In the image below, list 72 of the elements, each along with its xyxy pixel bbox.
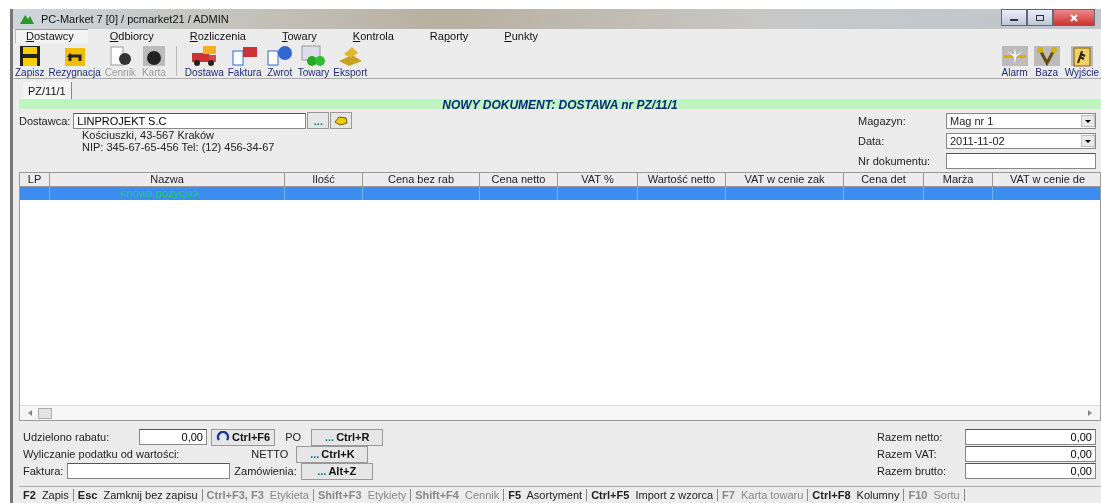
supplier-details: NIP: 345-67-65-456 Tel: (12) 456-34-67 [81, 141, 276, 153]
toolbar-button[interactable]: Dostawa [182, 45, 226, 79]
toolbar-button[interactable]: Wyjście [1062, 45, 1101, 79]
menu-tab[interactable]: Punkty [494, 28, 552, 43]
discount-mode-button[interactable]: ... Ctrl+R [311, 428, 384, 446]
scroll-right-icon [1086, 409, 1094, 417]
shortcut-hint[interactable]: Ctrl+F8 Kolumny [808, 489, 905, 501]
scroll-left-icon [26, 409, 34, 417]
toolbar-button[interactable]: Zwrot [263, 45, 296, 79]
lever-icon [1032, 45, 1061, 68]
menu-tab[interactable]: Rozliczenia [179, 28, 260, 43]
close-button[interactable] [1053, 9, 1095, 26]
total-field[interactable]: 0,00 [965, 463, 1096, 479]
dropdown-field[interactable]: Mag nr 1 [946, 113, 1096, 130]
alarm-icon [1000, 45, 1029, 68]
tax-label: Wyliczanie podatku od wartości: [23, 448, 180, 460]
refresh-icon [216, 431, 230, 443]
discount-label: Udzielono rabatu: [23, 431, 111, 443]
table-cell: <nowa pozycja> [50, 187, 285, 200]
discount-field[interactable]: 0,00 [139, 429, 207, 445]
horizontal-scrollbar[interactable] [20, 405, 1100, 420]
return-icon [265, 45, 294, 68]
total-field[interactable]: 0,00 [965, 429, 1096, 445]
toolbar-button[interactable]: Zapisz [13, 45, 47, 79]
field-label: Nr dokumentu: [858, 154, 932, 167]
scrollbar-thumb[interactable] [38, 407, 52, 419]
menu-tab[interactable]: Kontrola [342, 28, 408, 43]
toolbar-button[interactable]: Rezygnacja [46, 45, 103, 79]
menu-tab[interactable]: Towary [272, 28, 331, 43]
window-title: PC-Market 7 [0] / pcmarket21 / ADMIN [41, 12, 229, 25]
maximize-button[interactable] [1027, 9, 1053, 26]
dropdown-arrow-icon [1081, 115, 1095, 128]
supplier-label: Dostawca: [19, 114, 71, 127]
supplier-field[interactable]: LINPROJEKT S.C [73, 112, 307, 129]
invoice-icon [230, 45, 259, 68]
toolbar-button[interactable]: Towary [295, 45, 332, 79]
toolbar-button[interactable]: Alarm [998, 45, 1031, 79]
invoice-field[interactable] [67, 463, 231, 479]
apples-icon [299, 45, 328, 68]
field-label: Data: [858, 135, 886, 147]
truck-icon [190, 45, 219, 68]
shortcut-hint[interactable]: F5 Asortyment [504, 489, 588, 501]
discount-button[interactable]: Ctrl+F6 [211, 428, 276, 446]
minimize-button[interactable] [1001, 9, 1027, 26]
dropdown-arrow-icon [1081, 135, 1095, 147]
total-label: Razem netto: [877, 431, 944, 443]
browse-button[interactable]: ... [307, 112, 330, 129]
total-field[interactable]: 0,00 [965, 446, 1096, 462]
discount-mode: PO [284, 431, 303, 443]
toolbar-button[interactable]: Faktura [225, 45, 264, 79]
document-banner: NOWY DOKUMENT: DOSTAWA nr PZ/11/1 [19, 99, 1101, 109]
total-label: Razem VAT: [877, 448, 938, 460]
toolbar-button[interactable]: Eksport [331, 45, 370, 79]
document-tab[interactable]: PZ/11/1 [23, 82, 72, 99]
supplier-card-button[interactable] [330, 112, 353, 129]
total-label: Razem brutto: [877, 465, 948, 477]
input-field[interactable] [946, 152, 1096, 169]
shortcut-hint[interactable]: F2 Zapis [19, 489, 74, 501]
shortcut-hint[interactable]: Ctrl+F5 Import z wzorca [587, 489, 719, 501]
tax-value: NETTO [250, 448, 290, 460]
shortcut-hint[interactable]: Esc Zamknij bez zapisu [73, 489, 203, 501]
field-label: Magazyn: [858, 115, 907, 128]
invoice-label: Faktura: [23, 465, 64, 477]
menu-tab[interactable]: Raporty [419, 28, 483, 43]
close-icon [1069, 13, 1079, 22]
toolbar-button[interactable]: Baza [1030, 45, 1063, 79]
menu-tab[interactable]: Odbiorcy [99, 28, 168, 43]
orders-label: Zamówienia: [234, 465, 297, 477]
supplier-address: Kościuszki, 43-567 Kraków [81, 129, 216, 141]
dropdown-field[interactable]: 2011-11-02 [946, 133, 1096, 149]
tax-button[interactable]: ... Ctrl+K [296, 445, 369, 463]
maximize-icon [1035, 13, 1045, 22]
